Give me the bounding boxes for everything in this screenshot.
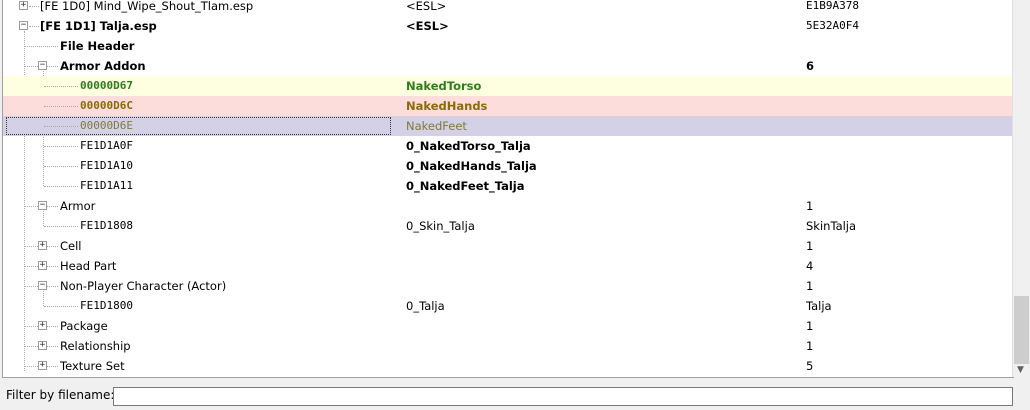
- record-editorid: NakedTorso: [406, 79, 482, 93]
- collapse-icon[interactable]: −: [38, 61, 47, 70]
- scroll-down-arrow-icon[interactable]: ▼: [1017, 365, 1024, 375]
- filter-bar: Filter by filename:: [0, 383, 1030, 410]
- group-count: 1: [806, 319, 814, 333]
- plugin-name: [FE 1D0] Mind_Wipe_Shout_Tlam.esp: [40, 0, 254, 13]
- group-name: Armor Addon: [60, 59, 146, 73]
- collapse-icon[interactable]: −: [38, 201, 47, 210]
- tree-row-record[interactable]: FE1D1A0F 0_NakedTorso_Talja: [3, 136, 1013, 156]
- tree-row-record-selected[interactable]: 00000D6E NakedFeet: [3, 116, 1013, 136]
- group-count: 6: [806, 59, 815, 73]
- record-editorid: 0_NakedFeet_Talja: [406, 179, 525, 193]
- tree-row-record[interactable]: FE1D1A10 0_NakedHands_Talja: [3, 156, 1013, 176]
- tree-row-group[interactable]: + Head Part 4: [3, 256, 1013, 276]
- scrollbar-thumb[interactable]: [1014, 296, 1029, 364]
- expand-icon[interactable]: +: [38, 321, 47, 330]
- vertical-scrollbar[interactable]: ▼: [1012, 0, 1030, 377]
- expand-icon[interactable]: +: [38, 341, 47, 350]
- group-count: 1: [806, 239, 814, 253]
- record-tree[interactable]: + [FE 1D0] Mind_Wipe_Shout_Tlam.esp <ESL…: [2, 0, 1014, 378]
- record-editorid: 0_Skin_Talja: [406, 219, 475, 233]
- expand-icon[interactable]: +: [38, 361, 47, 370]
- record-value: Talja: [806, 299, 832, 313]
- plugin-name: [FE 1D1] Talja.esp: [40, 19, 157, 33]
- tree-row-group[interactable]: − Non-Player Character (Actor) 1: [3, 276, 1013, 296]
- tree-row-group[interactable]: − Armor 1: [3, 196, 1013, 216]
- group-name: Head Part: [60, 259, 117, 273]
- tree-row-group[interactable]: − Armor Addon 6: [3, 56, 1013, 76]
- plugin-flag: <ESL>: [406, 19, 449, 33]
- group-count: 1: [806, 279, 814, 293]
- collapse-icon[interactable]: −: [19, 21, 28, 30]
- tree-row-record[interactable]: 00000D67 NakedTorso: [3, 76, 1013, 96]
- group-name: Cell: [60, 239, 82, 253]
- tree-row-record[interactable]: FE1D1808 0_Skin_Talja SkinTalja: [3, 216, 1013, 236]
- expand-icon[interactable]: +: [19, 1, 28, 10]
- tree-row-group[interactable]: + Cell 1: [3, 236, 1013, 256]
- record-editorid: 0_NakedHands_Talja: [406, 159, 537, 173]
- collapse-icon[interactable]: −: [38, 281, 47, 290]
- tree-row-group[interactable]: + Relationship 1: [3, 336, 1013, 356]
- tree-row-plugin[interactable]: + [FE 1D0] Mind_Wipe_Shout_Tlam.esp <ESL…: [3, 0, 1013, 16]
- tree-row-group[interactable]: + Texture Set 5: [3, 356, 1013, 376]
- group-count: 5: [806, 359, 814, 373]
- tree-row-record[interactable]: 00000D6C NakedHands: [3, 96, 1013, 116]
- group-name: Armor: [60, 199, 96, 213]
- tree-row-group[interactable]: File Header: [3, 36, 1013, 56]
- record-value: SkinTalja: [806, 219, 857, 233]
- group-name: Relationship: [60, 339, 131, 353]
- group-name: Package: [60, 319, 108, 333]
- group-count: 1: [806, 199, 814, 213]
- plugin-crc: E1B9A378: [806, 0, 859, 12]
- group-count: 4: [806, 259, 814, 273]
- record-editorid: 0_Talja: [406, 299, 445, 313]
- tree-row-record[interactable]: FE1D1A11 0_NakedFeet_Talja: [3, 176, 1013, 196]
- group-name: Non-Player Character (Actor): [60, 279, 227, 293]
- plugin-flag: <ESL>: [406, 0, 447, 13]
- expand-icon[interactable]: +: [38, 241, 47, 250]
- filter-input[interactable]: [113, 387, 1013, 406]
- tree-row-record[interactable]: FE1D1800 0_Talja Talja: [3, 296, 1013, 316]
- filter-label: Filter by filename:: [6, 388, 115, 402]
- record-editorid: 0_NakedTorso_Talja: [406, 139, 531, 153]
- plugin-crc: 5E32A0F4: [806, 19, 859, 32]
- group-name: File Header: [60, 39, 135, 53]
- record-editorid: NakedFeet: [406, 119, 467, 133]
- tree-row-group[interactable]: + Package 1: [3, 316, 1013, 336]
- record-editorid: NakedHands: [406, 99, 488, 113]
- expand-icon[interactable]: +: [38, 261, 47, 270]
- group-count: 1: [806, 339, 814, 353]
- tree-row-plugin[interactable]: − [FE 1D1] Talja.esp <ESL> 5E32A0F4: [3, 16, 1013, 36]
- group-name: Texture Set: [60, 359, 125, 373]
